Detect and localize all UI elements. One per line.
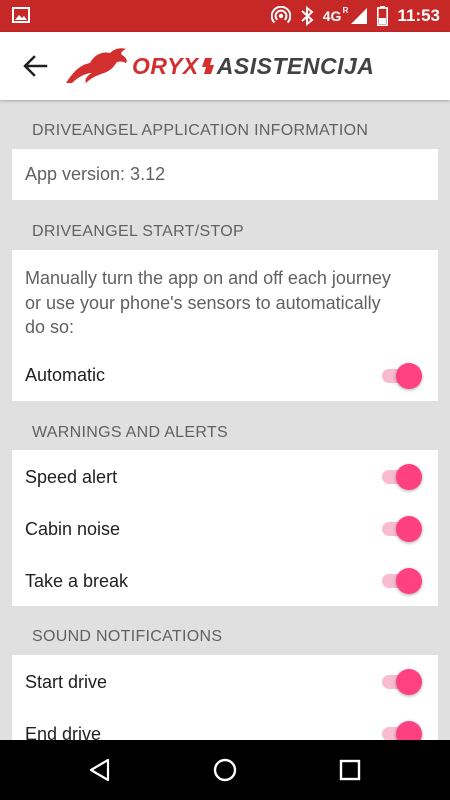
start-stop-description: Manually turn the app on and off each jo… bbox=[25, 268, 391, 337]
bluetooth-icon bbox=[301, 6, 314, 26]
end-drive-toggle[interactable] bbox=[382, 720, 422, 740]
arrow-left-icon[interactable] bbox=[22, 54, 48, 78]
take-a-break-toggle[interactable] bbox=[382, 567, 422, 595]
toggle-thumb bbox=[396, 516, 422, 542]
card-start-stop: Manually turn the app on and off each jo… bbox=[12, 250, 438, 401]
toggle-thumb bbox=[396, 464, 422, 490]
home-circle-icon[interactable] bbox=[212, 757, 238, 783]
hotspot-icon bbox=[270, 6, 291, 24]
card-warnings: Speed alert Cabin noise Take a break bbox=[12, 450, 438, 606]
toggle-thumb bbox=[396, 721, 422, 740]
brand-logo: ORYX ASISTENCIJA bbox=[64, 46, 374, 86]
section-header-info: DRIVEANGEL APPLICATION INFORMATION bbox=[32, 122, 369, 139]
navigation-bar bbox=[0, 740, 450, 800]
logo-sub-text: ASISTENCIJA bbox=[216, 52, 375, 79]
horse-logo-icon bbox=[66, 48, 127, 83]
automatic-label: Automatic bbox=[25, 365, 106, 385]
status-bar: 4G R 11:53 bbox=[0, 0, 450, 32]
card-sound: Start drive End drive bbox=[12, 655, 438, 740]
clock: 11:53 bbox=[397, 6, 440, 25]
automatic-toggle[interactable] bbox=[382, 362, 422, 390]
logo-mark-icon bbox=[201, 58, 214, 74]
status-icons: 4G R 11:53 bbox=[270, 0, 440, 32]
speed-alert-toggle[interactable] bbox=[382, 463, 422, 491]
network-type: 4G R bbox=[322, 6, 349, 24]
cabin-noise-toggle[interactable] bbox=[382, 515, 422, 543]
logo-brand-text: ORYX bbox=[132, 52, 199, 79]
cabin-noise-label: Cabin noise bbox=[25, 519, 121, 539]
toggle-thumb bbox=[396, 363, 422, 389]
image-icon bbox=[12, 7, 30, 23]
toggle-thumb bbox=[396, 669, 422, 695]
section-header-warnings: WARNINGS AND ALERTS bbox=[32, 424, 228, 441]
settings-list[interactable]: DRIVEANGEL APPLICATION INFORMATION App v… bbox=[0, 100, 450, 740]
section-header-sound: SOUND NOTIFICATIONS bbox=[32, 628, 223, 645]
end-drive-label: End drive bbox=[25, 724, 102, 740]
start-drive-toggle[interactable] bbox=[382, 668, 422, 696]
toggle-thumb bbox=[396, 568, 422, 594]
app-version-text: App version: 3.12 bbox=[25, 164, 166, 184]
section-header-start-stop: DRIVEANGEL START/STOP bbox=[32, 223, 244, 240]
signal-icon bbox=[351, 8, 368, 24]
take-a-break-label: Take a break bbox=[25, 571, 129, 591]
speed-alert-label: Speed alert bbox=[25, 467, 118, 487]
recents-square-icon[interactable] bbox=[337, 757, 363, 783]
back-triangle-icon[interactable] bbox=[87, 757, 113, 783]
battery-icon bbox=[377, 6, 389, 26]
start-drive-label: Start drive bbox=[25, 672, 108, 692]
app-bar: ORYX ASISTENCIJA bbox=[0, 32, 450, 100]
card-app-info: App version: 3.12 bbox=[12, 149, 438, 200]
